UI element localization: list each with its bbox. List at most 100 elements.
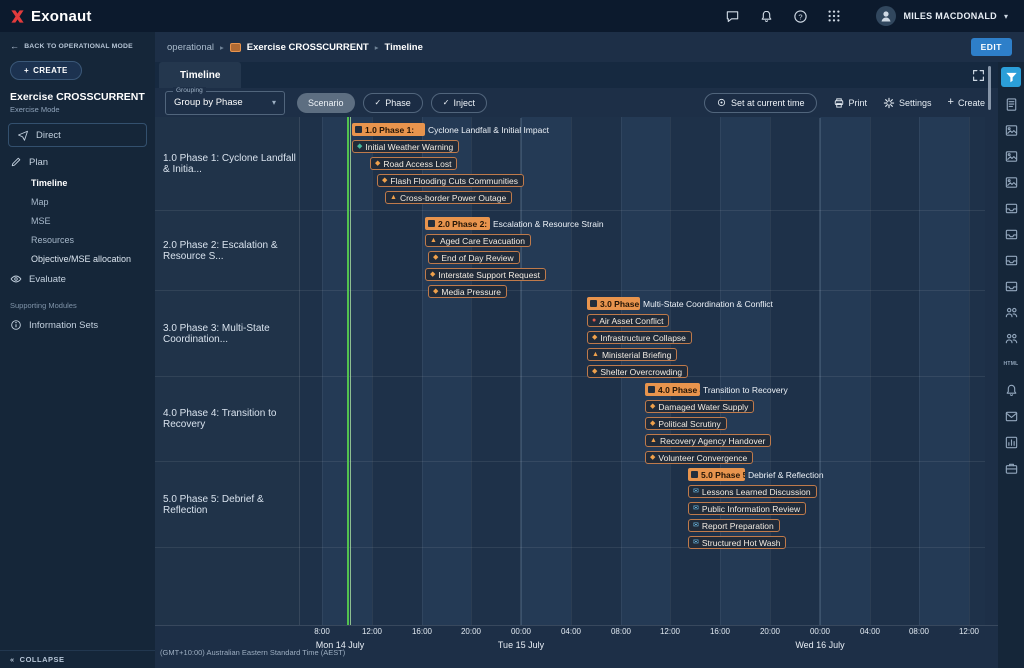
inject-pill[interactable]: ◆Media Pressure — [428, 285, 507, 298]
sidebar-item-plan[interactable]: Plan — [0, 151, 155, 173]
fullscreen-icon[interactable] — [972, 69, 985, 82]
inject-pill[interactable]: ◆Flash Flooding Cuts Communities — [377, 174, 524, 187]
phase-bar[interactable]: 4.0 Phase 4:Transition to Recovery — [645, 383, 788, 396]
chat-icon[interactable] — [724, 8, 740, 24]
alert-icon: ◆ — [433, 288, 438, 295]
timeline-chart[interactable]: 1.0 Phase 1: Cyclone Landfall & Initial I… — [300, 117, 985, 625]
alert-icon: ◆ — [650, 420, 655, 427]
phase-bar[interactable]: 3.0 Phase 3:Multi-State Coordination & C… — [587, 297, 773, 310]
inject-pill[interactable]: ✉Report Preparation — [688, 519, 780, 532]
create-timeline-item-button[interactable]: + Create — [948, 97, 985, 108]
print-button[interactable]: Print — [833, 97, 868, 109]
mail-rail-icon[interactable] — [1001, 407, 1021, 425]
inject-pill[interactable]: ◆Volunteer Convergence — [645, 451, 753, 464]
document-rail-icon[interactable] — [1001, 95, 1021, 113]
sidebar-item-objective-mse-allocation[interactable]: Objective/MSE allocation — [0, 249, 155, 268]
inject-pill[interactable]: ◆End of Day Review — [428, 251, 520, 264]
help-icon[interactable]: ? — [792, 8, 808, 24]
collapse-label: COLLAPSE — [20, 655, 65, 664]
inject-pill[interactable]: ◆Infrastructure Collapse — [587, 331, 692, 344]
image-card-rail-icon[interactable] — [1001, 147, 1021, 165]
inject-pill[interactable]: ✉Structured Hot Wash — [688, 536, 786, 549]
inject-pill[interactable]: ◆Initial Weather Warning — [352, 140, 459, 153]
set-at-current-time-button[interactable]: Set at current time — [704, 93, 817, 113]
chip-inject[interactable]: ✓ Inject — [431, 93, 487, 113]
phase-bar-label-overflow: Multi-State Coordination & Conflict — [643, 299, 773, 309]
chip-phase[interactable]: ✓ Phase — [363, 93, 423, 113]
sidebar-item-direct[interactable]: Direct — [8, 123, 147, 147]
breadcrumb-timeline[interactable]: Timeline — [385, 42, 423, 53]
phase-bar-label: 1.0 Phase 1: — [365, 125, 414, 135]
tray-rail-icon[interactable] — [1001, 199, 1021, 217]
inject-pill[interactable]: ▲Ministerial Briefing — [587, 348, 677, 361]
tab-timeline[interactable]: Timeline — [159, 62, 241, 88]
phase-row-label: 1.0 Phase 1: Cyclone Landfall & Initia..… — [155, 117, 300, 211]
scrollbar-thumb[interactable] — [988, 66, 991, 110]
notifications-bell-icon[interactable] — [758, 8, 774, 24]
filter-rail-icon[interactable] — [1001, 67, 1021, 87]
breadcrumb-exercise[interactable]: Exercise CROSSCURRENT — [247, 42, 369, 53]
inject-label: Structured Hot Wash — [702, 538, 781, 548]
users-rail-icon[interactable] — [1001, 329, 1021, 347]
inject-label: Air Asset Conflict — [599, 316, 663, 326]
sidebar-item-information-sets[interactable]: Information Sets — [0, 314, 155, 336]
sidebar-item-evaluate[interactable]: Evaluate — [0, 268, 155, 290]
apps-grid-icon[interactable] — [826, 8, 842, 24]
alert-icon: ◆ — [375, 160, 380, 167]
time-tick: 20:00 — [461, 627, 481, 636]
time-tick: 20:00 — [760, 627, 780, 636]
day-axis: Mon 14 JulyTue 15 JulyWed 16 July — [300, 639, 985, 652]
topbar: Exonaut ? MILES MACDONALD ▾ — [0, 0, 1024, 32]
bell-rail-icon[interactable] — [1001, 381, 1021, 399]
briefcase-rail-icon[interactable] — [1001, 459, 1021, 477]
sidebar-item-resources[interactable]: Resources — [0, 230, 155, 249]
phase-bar[interactable]: 5.0 Phase 5:Debrief & Reflection — [688, 468, 824, 481]
grouping-select[interactable]: Grouping Group by Phase ▾ — [165, 91, 285, 115]
sidebar-item-map[interactable]: Map — [0, 192, 155, 211]
chip-label: Inject — [453, 98, 475, 108]
create-button[interactable]: + CREATE — [10, 61, 82, 80]
time-tick: 16:00 — [412, 627, 432, 636]
breadcrumb-operational[interactable]: operational — [167, 42, 214, 53]
pencil-icon — [10, 156, 22, 168]
inject-pill[interactable]: ◆Shelter Overcrowding — [587, 365, 688, 378]
html-rail-icon[interactable]: HTML — [1001, 355, 1021, 373]
inject-label: Lessons Learned Discussion — [702, 487, 811, 497]
inject-pill[interactable]: ◆Road Access Lost — [370, 157, 457, 170]
phase-bar[interactable]: 1.0 Phase 1: Cyclone Landfall & Initial I… — [352, 123, 549, 136]
back-arrow-icon: ← — [10, 41, 19, 51]
app-logo[interactable]: Exonaut — [10, 8, 92, 25]
phase-bar-label-overflow: Cyclone Landfall & Initial Impact — [428, 125, 549, 135]
inject-pill[interactable]: ▲Cross-border Power Outage — [385, 191, 512, 204]
alert-icon: ◆ — [650, 454, 655, 461]
sidebar-item-timeline[interactable]: Timeline — [0, 173, 155, 192]
settings-button[interactable]: Settings — [883, 97, 932, 109]
inject-pill[interactable]: ✉Public Information Review — [688, 502, 806, 515]
inject-pill[interactable]: ●Air Asset Conflict — [587, 314, 669, 327]
time-tick: 08:00 — [611, 627, 631, 636]
phase-bar[interactable]: 2.0 Phase 2:Escalation & Resource Strain — [425, 217, 604, 230]
chart-rail-icon[interactable] — [1001, 433, 1021, 451]
tray-rail-icon[interactable] — [1001, 277, 1021, 295]
inject-pill[interactable]: ✉Lessons Learned Discussion — [688, 485, 817, 498]
back-to-operational-mode-link[interactable]: ← BACK TO OPERATIONAL MODE — [0, 32, 155, 54]
image-card-rail-icon[interactable] — [1001, 121, 1021, 139]
inject-pill[interactable]: ▲Aged Care Evacuation — [425, 234, 531, 247]
phase-bar-icon — [691, 471, 698, 478]
tray-rail-icon[interactable] — [1001, 251, 1021, 269]
grouping-label: Grouping — [173, 87, 206, 94]
row-label-column: 1.0 Phase 1: Cyclone Landfall & Initia..… — [155, 117, 300, 625]
image-card-rail-icon[interactable] — [1001, 173, 1021, 191]
chip-scenario[interactable]: Scenario — [297, 93, 355, 113]
inject-pill[interactable]: ◆Political Scrutiny — [645, 417, 727, 430]
collapse-button[interactable]: « COLLAPSE — [0, 650, 155, 668]
users-rail-icon[interactable] — [1001, 303, 1021, 321]
edit-button[interactable]: EDIT — [971, 38, 1012, 56]
inject-pill[interactable]: ▲Recovery Agency Handover — [645, 434, 771, 447]
inject-pill[interactable]: ◆Damaged Water Supply — [645, 400, 754, 413]
tray-rail-icon[interactable] — [1001, 225, 1021, 243]
time-tick: 12:00 — [959, 627, 979, 636]
inject-pill[interactable]: ◆Interstate Support Request — [425, 268, 546, 281]
sidebar-item-mse[interactable]: MSE — [0, 211, 155, 230]
user-menu[interactable]: MILES MACDONALD ▾ — [870, 3, 1014, 29]
